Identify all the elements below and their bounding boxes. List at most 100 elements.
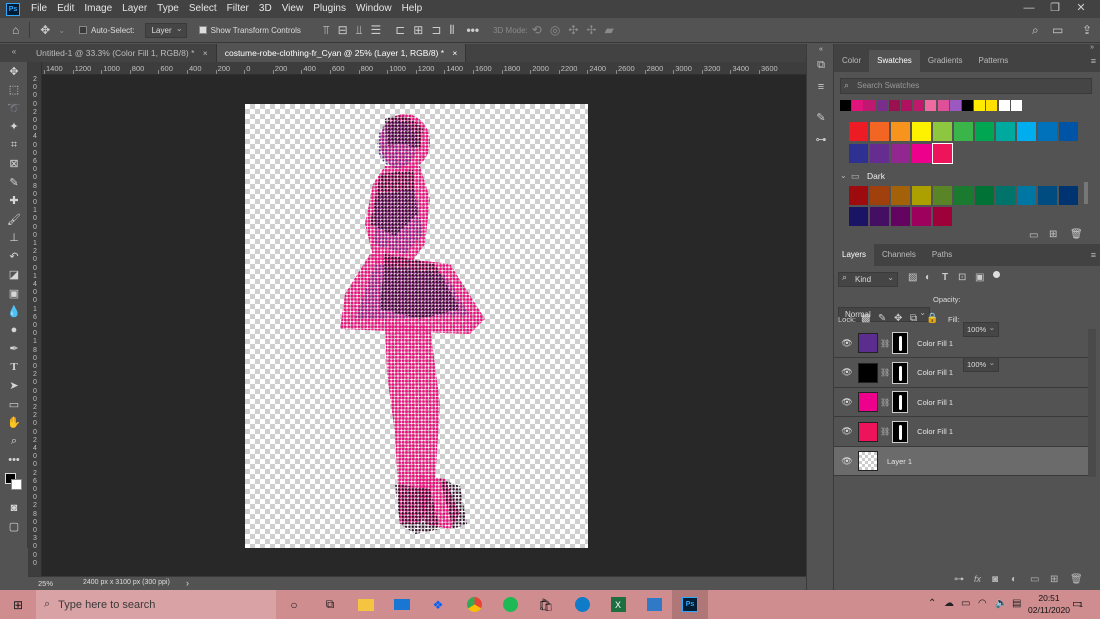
recent-swatch[interactable] bbox=[962, 100, 973, 111]
status-menu-arrow-icon[interactable]: › bbox=[186, 578, 189, 588]
pen-tool-icon[interactable]: ✒ bbox=[0, 340, 28, 359]
photoshop-taskbar-icon[interactable]: Ps bbox=[672, 590, 708, 619]
distribute-vertical-icon[interactable]: ☰ bbox=[370, 23, 381, 37]
tray-volume-icon[interactable]: 🔈 bbox=[995, 598, 1007, 609]
cortana-icon[interactable]: ○ bbox=[276, 590, 312, 619]
recent-swatch[interactable] bbox=[901, 100, 912, 111]
more-options-button[interactable]: ••• bbox=[466, 23, 479, 37]
search-icon[interactable]: ⌕ bbox=[1032, 23, 1039, 38]
tab-close-icon[interactable]: × bbox=[203, 48, 208, 58]
layer-thumbnail[interactable] bbox=[858, 421, 878, 442]
quick-mask-icon[interactable]: ◙ bbox=[0, 499, 28, 518]
home-icon[interactable]: ⌂ bbox=[12, 23, 19, 37]
swatch[interactable] bbox=[1059, 122, 1078, 141]
3d-roll-icon[interactable]: ◎ bbox=[550, 23, 560, 37]
move-tool-icon[interactable]: ✥ bbox=[0, 62, 28, 81]
menu-layer[interactable]: Layer bbox=[117, 0, 152, 18]
swatch[interactable] bbox=[933, 122, 952, 141]
layer-row[interactable]: 👁 ⛓ Color Fill 1 bbox=[834, 329, 1088, 358]
dark-swatch[interactable] bbox=[1038, 186, 1057, 205]
recent-swatch[interactable] bbox=[925, 100, 937, 111]
new-layer-icon[interactable]: ⊞ bbox=[1050, 574, 1058, 585]
swatch[interactable] bbox=[849, 122, 868, 141]
lock-transparent-icon[interactable]: ▩ bbox=[861, 313, 870, 324]
frame-tool-icon[interactable]: ⊠ bbox=[0, 155, 28, 174]
show-transform-checkbox[interactable] bbox=[198, 26, 207, 34]
store-icon[interactable]: 🛍 bbox=[528, 590, 564, 619]
new-group-folder-icon[interactable]: ▭ bbox=[1030, 574, 1039, 585]
layer-name[interactable]: Color Fill 1 bbox=[917, 427, 953, 436]
brush-settings-icon[interactable]: ✎ bbox=[807, 106, 835, 128]
swatch[interactable] bbox=[891, 144, 910, 163]
layer-name[interactable]: Color Fill 1 bbox=[917, 368, 953, 377]
filter-type-icon[interactable]: T bbox=[942, 272, 948, 283]
layer-mask-thumbnail[interactable] bbox=[892, 361, 909, 384]
tool-preset-dropdown-icon[interactable]: ⌄ bbox=[58, 26, 65, 35]
document-canvas[interactable] bbox=[245, 104, 588, 548]
filter-pixel-icon[interactable]: ▨ bbox=[908, 272, 917, 283]
filter-toggle-icon[interactable] bbox=[993, 271, 1000, 278]
photos-icon[interactable] bbox=[636, 590, 672, 619]
workspace-icon[interactable]: ▭ bbox=[1052, 23, 1063, 37]
swatch[interactable] bbox=[870, 144, 889, 163]
align-hcenter-icon[interactable]: ⊞ bbox=[413, 23, 423, 37]
rectangle-tool-icon[interactable]: ▭ bbox=[0, 395, 28, 414]
blur-tool-icon[interactable]: 💧 bbox=[0, 303, 28, 322]
recent-swatch[interactable] bbox=[876, 100, 888, 111]
dark-swatch[interactable] bbox=[891, 186, 910, 205]
menu-image[interactable]: Image bbox=[79, 0, 117, 18]
menu-filter[interactable]: Filter bbox=[222, 0, 254, 18]
eyedropper-tool-icon[interactable]: ✎ bbox=[0, 173, 28, 192]
tab-close-icon[interactable]: × bbox=[452, 48, 457, 58]
dark-swatch[interactable] bbox=[933, 207, 952, 226]
magic-wand-tool-icon[interactable]: ✦ bbox=[0, 118, 28, 137]
3d-slide-icon[interactable]: ✢ bbox=[586, 23, 596, 37]
auto-select-checkbox[interactable] bbox=[79, 26, 88, 34]
tray-cloud-icon[interactable]: ☁ bbox=[944, 598, 954, 609]
color-swatches-icon[interactable] bbox=[0, 469, 28, 499]
gradient-tool-icon[interactable]: ▣ bbox=[0, 284, 28, 303]
delete-swatch-icon[interactable]: 🗑 bbox=[1070, 229, 1083, 240]
align-bottom-icon[interactable]: ⫫ bbox=[356, 23, 363, 38]
file-explorer-icon[interactable] bbox=[348, 590, 384, 619]
menu-3d[interactable]: 3D bbox=[254, 0, 277, 18]
clock-time[interactable]: 20:51 bbox=[1024, 593, 1074, 603]
layer-mask-thumbnail[interactable] bbox=[892, 332, 909, 354]
auto-select-dropdown[interactable]: Layer bbox=[144, 22, 187, 38]
group-expand-chevron-icon[interactable]: ⌄ bbox=[840, 171, 847, 180]
layer-row[interactable]: 👁 ⛓ Color Fill 1 bbox=[834, 359, 1088, 388]
add-mask-icon[interactable]: ◙ bbox=[992, 574, 998, 585]
mask-link-icon[interactable]: ⛓ bbox=[880, 368, 890, 377]
tab-color[interactable]: Color bbox=[834, 50, 869, 72]
lock-image-icon[interactable]: ✎ bbox=[878, 313, 886, 324]
lock-position-icon[interactable]: ✥ bbox=[894, 313, 902, 324]
eraser-tool-icon[interactable]: ◪ bbox=[0, 266, 28, 285]
3d-drag-icon[interactable]: ✣ bbox=[568, 23, 578, 37]
recent-swatch[interactable] bbox=[998, 100, 1010, 111]
recent-swatch[interactable] bbox=[888, 100, 900, 111]
lock-artboard-icon[interactable]: ⧉ bbox=[910, 313, 917, 324]
close-button[interactable]: ✕ bbox=[1068, 0, 1094, 18]
dark-swatch[interactable] bbox=[849, 207, 868, 226]
distribute-horizontal-icon[interactable]: ⫴ bbox=[449, 23, 454, 38]
adjustment-layer-icon[interactable]: ◐ bbox=[1011, 574, 1017, 585]
layer-row[interactable]: 👁 ⛓ Color Fill 1 bbox=[834, 418, 1088, 447]
menu-type[interactable]: Type bbox=[152, 0, 184, 18]
dock-collapse-icon[interactable]: « bbox=[807, 44, 835, 54]
dark-swatch[interactable] bbox=[870, 186, 889, 205]
lock-all-icon[interactable]: 🔒 bbox=[926, 313, 938, 324]
align-vcenter-icon[interactable]: ⊟ bbox=[338, 23, 348, 37]
search-swatches-input[interactable]: Search Swatches bbox=[840, 78, 1092, 94]
layer-mask-thumbnail[interactable] bbox=[892, 420, 909, 443]
photoshop-logo-icon[interactable]: Ps bbox=[6, 2, 20, 16]
filter-smart-object-icon[interactable]: ▣ bbox=[975, 272, 984, 283]
tab-costume[interactable]: costume-robe-clothing-fr_Cyan @ 25% (Lay… bbox=[216, 44, 467, 62]
minimize-button[interactable]: — bbox=[1016, 0, 1042, 18]
mask-link-icon[interactable]: ⛓ bbox=[880, 339, 890, 348]
new-swatch-icon[interactable]: ⊞ bbox=[1049, 229, 1057, 240]
swatch[interactable] bbox=[954, 122, 973, 141]
menu-window[interactable]: Window bbox=[351, 0, 397, 18]
swatch[interactable] bbox=[1017, 122, 1036, 141]
mask-link-icon[interactable]: ⛓ bbox=[880, 427, 890, 436]
menu-view[interactable]: View bbox=[277, 0, 309, 18]
